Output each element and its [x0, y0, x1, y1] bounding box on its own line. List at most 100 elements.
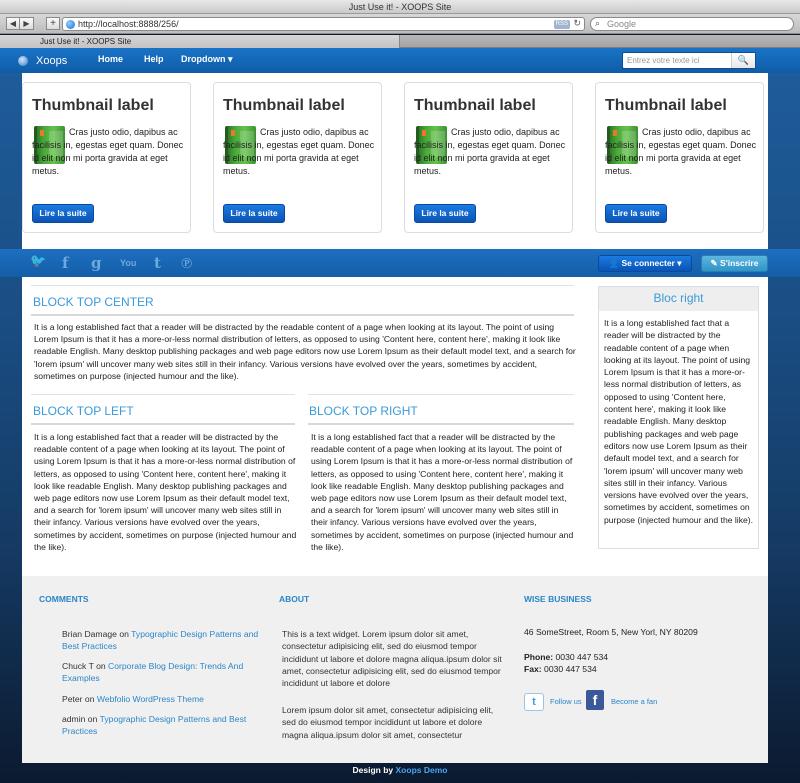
xoops-logo-icon: [18, 55, 28, 66]
read-more-button[interactable]: Lire la suite: [32, 204, 94, 223]
read-more-button[interactable]: Lire la suite: [414, 204, 476, 223]
social-bar: 🐦 f g You t ℗ 👤 Se connecter ▾ ✎ S'inscr…: [0, 249, 800, 277]
comment-author: Peter: [62, 694, 83, 704]
comment-on: on: [85, 714, 100, 724]
divider: [31, 285, 574, 286]
thumbnail-title: Thumbnail label: [32, 97, 154, 114]
comment-author: Brian Damage: [62, 629, 117, 639]
list-item: admin on Typographic Design Patterns and…: [62, 713, 272, 738]
brand-label: Xoops: [36, 54, 68, 67]
list-item: Chuck T on Corporate Blog Design: Trends…: [62, 660, 272, 685]
thumbnail-card: Thumbnail label Cras justo odio, dapibus…: [213, 82, 382, 233]
business-address: 46 SomeStreet, Room 5, New Yorl, NY 8020…: [524, 627, 698, 637]
youtube-icon[interactable]: You: [120, 258, 136, 268]
window-title: Just Use it! - XOOPS Site: [0, 0, 800, 14]
rss-badge[interactable]: RSS: [553, 20, 570, 29]
comment-on: on: [82, 694, 97, 704]
read-more-button[interactable]: Lire la suite: [223, 204, 285, 223]
reload-icon[interactable]: ↻: [573, 18, 581, 29]
thumbnail-card: Thumbnail label Cras justo odio, dapibus…: [595, 82, 764, 233]
bloc-right-text: It is a long established fact that a rea…: [604, 318, 754, 525]
brand[interactable]: Xoops: [18, 53, 67, 68]
twitter-icon[interactable]: 🐦: [30, 254, 46, 269]
block-top-center-title: BLOCK TOP CENTER: [33, 295, 154, 309]
site-search-input[interactable]: Entrez votre texte ici: [627, 56, 699, 65]
browser-search-field[interactable]: ⌕ Google: [590, 17, 794, 31]
phone-value: 0030 447 534: [553, 652, 609, 662]
page: Xoops Home Help Dropdown ▾ Entrez votre …: [0, 48, 800, 783]
divider: [31, 423, 295, 425]
list-item: Peter on Webfolio WordPress Theme: [62, 693, 272, 705]
history-buttons: ◀ ▶: [6, 17, 34, 30]
thumbnail-text: Cras justo odio, dapibus ac facilisis in…: [223, 127, 375, 176]
read-more-button[interactable]: Lire la suite: [605, 204, 667, 223]
fax-value: 0030 447 534: [541, 664, 597, 674]
credits: Design by Xoops Demo: [0, 763, 800, 783]
business-phone: Phone: 0030 447 534: [524, 651, 704, 663]
add-bookmark-button[interactable]: +: [46, 17, 60, 30]
leaf-icon: ✎: [710, 258, 721, 268]
thumbnail-title: Thumbnail label: [414, 97, 536, 114]
bloc-right: Bloc right It is a long established fact…: [598, 286, 759, 549]
block-top-left-title: BLOCK TOP LEFT: [33, 404, 134, 418]
follow-us-link[interactable]: Follow us: [550, 697, 582, 706]
facebook-icon[interactable]: f: [586, 690, 604, 710]
divider: [308, 394, 574, 395]
business-title: WISE BUSINESS: [524, 594, 592, 604]
block-top-right-text: It is a long established fact that a rea…: [311, 432, 574, 552]
block-top-center-text: It is a long established fact that a rea…: [34, 322, 576, 381]
fax-label: Fax:: [524, 664, 542, 674]
about-text-2: Lorem ipsum dolor sit amet, consectetur …: [282, 705, 494, 740]
google-plus-icon[interactable]: g: [91, 254, 102, 272]
facebook-icon[interactable]: f: [62, 254, 68, 272]
list-item: Brian Damage on Typographic Design Patte…: [62, 628, 272, 653]
twitter-icon[interactable]: t: [524, 693, 544, 711]
credits-prefix: Design by: [352, 765, 396, 775]
tumblr-icon[interactable]: t: [154, 254, 161, 272]
login-button[interactable]: 👤 Se connecter ▾: [598, 255, 692, 272]
thumbnail-text: Cras justo odio, dapibus ac facilisis in…: [32, 127, 184, 176]
thumbnail-text: Cras justo odio, dapibus ac facilisis in…: [414, 127, 566, 176]
tab-strip: Just Use it! - XOOPS Site: [0, 35, 800, 48]
thumbnail-title: Thumbnail label: [223, 97, 345, 114]
divider: [31, 314, 574, 316]
about-text: This is a text widget. Lorem ipsum dolor…: [282, 629, 502, 689]
globe-icon: [66, 20, 75, 29]
credits-link[interactable]: Xoops Demo: [396, 765, 448, 775]
thumbnail-card: Thumbnail label Cras justo odio, dapibus…: [22, 82, 191, 233]
comment-link[interactable]: Webfolio WordPress Theme: [97, 694, 204, 704]
back-button[interactable]: ◀: [6, 17, 20, 30]
site-search[interactable]: Entrez votre texte ici 🔍: [622, 52, 756, 69]
signup-button[interactable]: ✎ S'inscrire: [701, 255, 768, 272]
bloc-right-title: Bloc right: [599, 287, 758, 311]
thumbnail-title: Thumbnail label: [605, 97, 727, 114]
divider: [31, 394, 295, 395]
login-label: Se connecter ▾: [621, 258, 682, 268]
forward-button[interactable]: ▶: [20, 17, 34, 30]
search-icon: ⌕: [595, 18, 601, 28]
address-bar[interactable]: http://localhost:8888/256/ RSS ↻: [62, 17, 585, 31]
divider: [308, 423, 574, 425]
about-title: ABOUT: [279, 594, 310, 604]
phone-label: Phone:: [524, 652, 554, 662]
comment-on: on: [116, 629, 132, 639]
footer: COMMENTS Brian Damage on Typographic Des…: [22, 576, 768, 763]
nav-help[interactable]: Help: [144, 54, 164, 64]
url-text[interactable]: http://localhost:8888/256/: [78, 19, 179, 29]
nav-home[interactable]: Home: [98, 54, 123, 64]
thumbnail-text: Cras justo odio, dapibus ac facilisis in…: [605, 127, 757, 176]
signup-label: S'inscrire: [720, 258, 759, 268]
comment-author: Chuck T: [62, 661, 94, 671]
tab-active[interactable]: Just Use it! - XOOPS Site: [0, 35, 400, 48]
block-top-right-title: BLOCK TOP RIGHT: [309, 404, 418, 418]
user-icon: 👤: [608, 258, 622, 268]
nav-dropdown[interactable]: Dropdown ▾: [181, 54, 233, 65]
thumbnail-card: Thumbnail label Cras justo odio, dapibus…: [404, 82, 573, 233]
navbar: Xoops Home Help Dropdown ▾ Entrez votre …: [0, 48, 800, 73]
search-icon[interactable]: 🔍: [731, 53, 755, 68]
pinterest-icon[interactable]: ℗: [181, 254, 192, 273]
content-area: BLOCK TOP CENTER It is a long establishe…: [22, 277, 768, 576]
business-fax: Fax: 0030 447 534: [524, 663, 704, 675]
become-fan-link[interactable]: Become a fan: [611, 697, 657, 706]
block-top-left-text: It is a long established fact that a rea…: [34, 432, 297, 552]
